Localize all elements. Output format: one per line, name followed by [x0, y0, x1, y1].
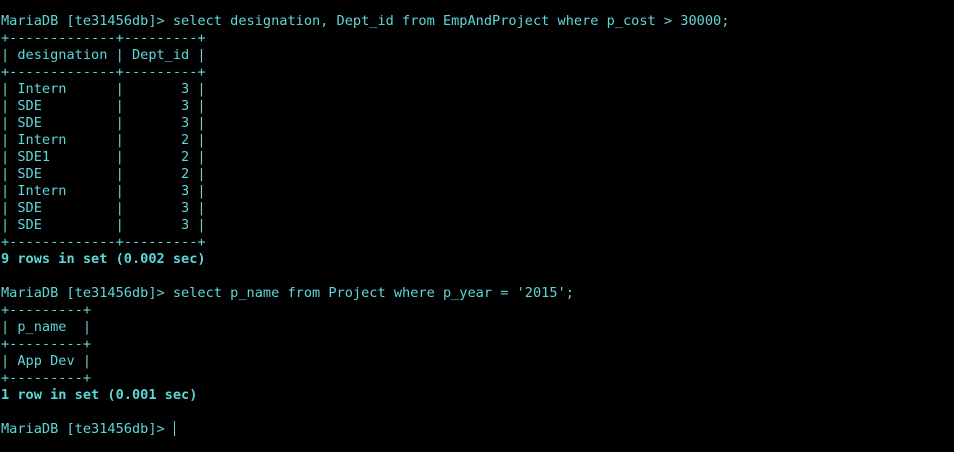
terminal-line-text: | Intern | 3 |	[1, 81, 206, 97]
terminal-line-text: | SDE | 3 |	[1, 217, 206, 233]
terminal-window[interactable]: MariaDB [te31456db]> select designation,…	[0, 0, 954, 452]
terminal-line-text: | SDE | 3 |	[1, 115, 206, 131]
terminal-line-text: +---------+	[1, 302, 92, 318]
terminal-line-text: 1 row in set (0.001 sec)	[1, 387, 198, 403]
terminal-line: | Intern | 2 |	[1, 132, 954, 149]
terminal-line: | SDE | 3 |	[1, 98, 954, 115]
terminal-line: | Intern | 3 |	[1, 81, 954, 98]
prompt-line: MariaDB [te31456db]>	[1, 421, 954, 438]
terminal-line-text: | Intern | 3 |	[1, 183, 206, 199]
terminal-line-text: | SDE | 2 |	[1, 166, 206, 182]
terminal-line-text: | p_name |	[1, 319, 92, 335]
terminal-line: 9 rows in set (0.002 sec)	[1, 251, 954, 268]
terminal-line-text: MariaDB [te31456db]> select designation,…	[1, 13, 730, 29]
terminal-line: +-------------+---------+	[1, 30, 954, 47]
terminal-line-text: | SDE1 | 2 |	[1, 149, 206, 165]
terminal-line: | p_name |	[1, 319, 954, 336]
terminal-line: +-------------+---------+	[1, 64, 954, 81]
terminal-line: | SDE | 3 |	[1, 217, 954, 234]
terminal-line-text: +-------------+---------+	[1, 234, 206, 250]
terminal-line: | Intern | 3 |	[1, 183, 954, 200]
terminal-line: +---------+	[1, 336, 954, 353]
terminal-line: +---------+	[1, 370, 954, 387]
terminal-line: +---------+	[1, 302, 954, 319]
terminal-line-text: | App Dev |	[1, 353, 92, 369]
terminal-line: | SDE | 3 |	[1, 115, 954, 132]
terminal-line: MariaDB [te31456db]> select p_name from …	[1, 285, 954, 302]
terminal-line-text: +---------+	[1, 336, 92, 352]
terminal-line: +-------------+---------+	[1, 234, 954, 251]
terminal-line: | designation | Dept_id |	[1, 47, 954, 64]
terminal-line-text: +-------------+---------+	[1, 30, 206, 46]
terminal-line: | SDE | 2 |	[1, 166, 954, 183]
terminal-line: | SDE1 | 2 |	[1, 149, 954, 166]
terminal-line-text: +---------+	[1, 370, 92, 386]
terminal-line-text: | SDE | 3 |	[1, 98, 206, 114]
terminal-line-text: 9 rows in set (0.002 sec)	[1, 251, 206, 267]
terminal-line-text: | SDE | 3 |	[1, 200, 206, 216]
terminal-line: | SDE | 3 |	[1, 200, 954, 217]
terminal-line: MariaDB [te31456db]> select designation,…	[1, 13, 954, 30]
terminal-line: | App Dev |	[1, 353, 954, 370]
text-cursor[interactable]	[173, 421, 175, 436]
terminal-line-text: | Intern | 2 |	[1, 132, 206, 148]
terminal-line: 1 row in set (0.001 sec)	[1, 387, 954, 404]
terminal-line-text: | designation | Dept_id |	[1, 47, 206, 63]
terminal-line-text: MariaDB [te31456db]> select p_name from …	[1, 285, 574, 301]
terminal-line-text: +-------------+---------+	[1, 64, 206, 80]
terminal-line-text: MariaDB [te31456db]>	[1, 421, 173, 437]
